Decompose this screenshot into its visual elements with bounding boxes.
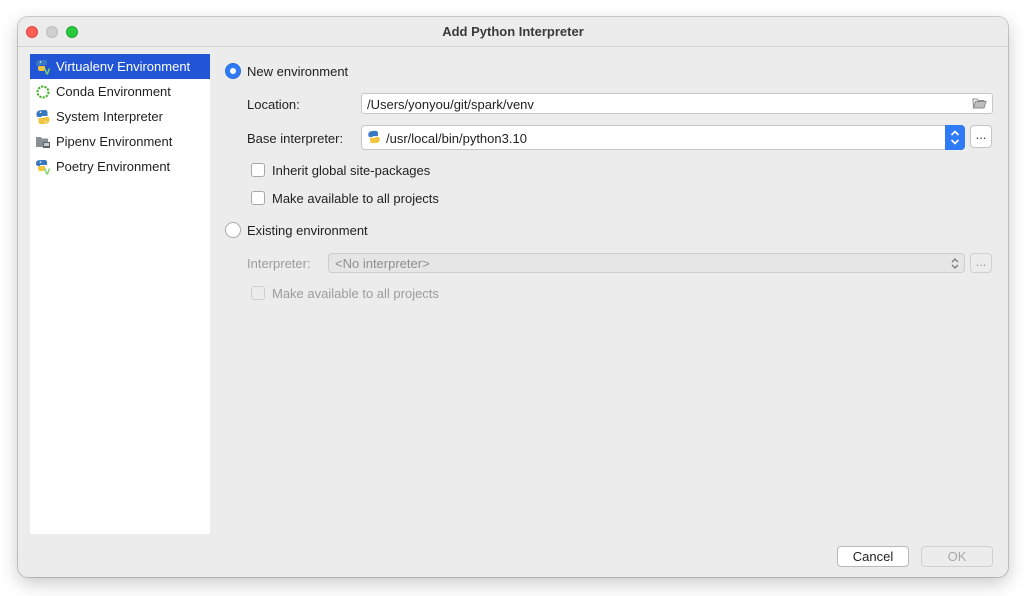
make-available-label: Make available to all projects (272, 191, 439, 206)
make-available-existing-label: Make available to all projects (272, 286, 439, 301)
conda-icon (35, 84, 51, 100)
sidebar-item-pipenv[interactable]: Pipenv Environment (30, 129, 210, 154)
base-interpreter-value: /usr/local/bin/python3.10 (386, 131, 527, 146)
pipenv-icon (35, 134, 51, 150)
sidebar-item-label: Virtualenv Environment (56, 59, 191, 74)
python-icon (367, 130, 381, 144)
existing-interpreter-value: <No interpreter> (335, 256, 430, 271)
location-label: Location: (247, 97, 300, 112)
python-icon (35, 109, 51, 125)
svg-text:V: V (44, 67, 51, 75)
environment-type-list: V Virtualenv Environment Conda Environme… (30, 54, 210, 534)
existing-environment-radio[interactable] (225, 222, 241, 238)
inherit-site-packages-checkbox[interactable] (251, 163, 265, 177)
sidebar-item-virtualenv[interactable]: V Virtualenv Environment (30, 54, 210, 79)
make-available-existing-checkbox[interactable] (251, 286, 265, 300)
cancel-button[interactable]: Cancel (837, 546, 909, 567)
sidebar-item-label: Pipenv Environment (56, 134, 173, 149)
svg-text:V: V (44, 167, 51, 175)
new-environment-label: New environment (247, 64, 349, 79)
title-bar: Add Python Interpreter (18, 17, 1008, 47)
interpreter-label: Interpreter: (247, 256, 311, 271)
browse-base-interpreter-button[interactable]: ... (970, 125, 992, 148)
sidebar-item-conda[interactable]: Conda Environment (30, 79, 210, 104)
dialog-title: Add Python Interpreter (442, 24, 584, 39)
base-interpreter-label: Base interpreter: (247, 131, 344, 146)
sidebar-item-label: Poetry Environment (56, 159, 171, 174)
sidebar-item-label: Conda Environment (56, 84, 171, 99)
location-field[interactable]: /Users/yonyou/git/spark/venv (361, 93, 993, 114)
sidebar-item-system-interpreter[interactable]: System Interpreter (30, 104, 210, 129)
make-available-checkbox[interactable] (251, 191, 265, 205)
browse-existing-interpreter-button[interactable]: ... (970, 253, 992, 273)
chevron-up-down-icon (948, 255, 962, 272)
existing-environment-label: Existing environment (247, 223, 368, 238)
sidebar-item-poetry[interactable]: V Poetry Environment (30, 154, 210, 179)
location-value: /Users/yonyou/git/spark/venv (367, 97, 534, 112)
base-interpreter-select[interactable]: /usr/local/bin/python3.10 (361, 125, 965, 150)
inherit-site-packages-label: Inherit global site-packages (272, 163, 431, 178)
poetry-icon: V (35, 159, 51, 176)
add-python-interpreter-dialog: Add Python Interpreter V Virtualenv Envi… (18, 17, 1008, 577)
new-environment-radio[interactable] (225, 63, 241, 79)
sidebar-item-label: System Interpreter (56, 109, 163, 124)
existing-interpreter-select[interactable]: <No interpreter> (328, 253, 965, 273)
folder-icon[interactable] (972, 97, 987, 110)
virtualenv-icon: V (35, 59, 51, 76)
ok-button[interactable]: OK (921, 546, 993, 567)
chevron-up-down-icon[interactable] (945, 125, 965, 150)
